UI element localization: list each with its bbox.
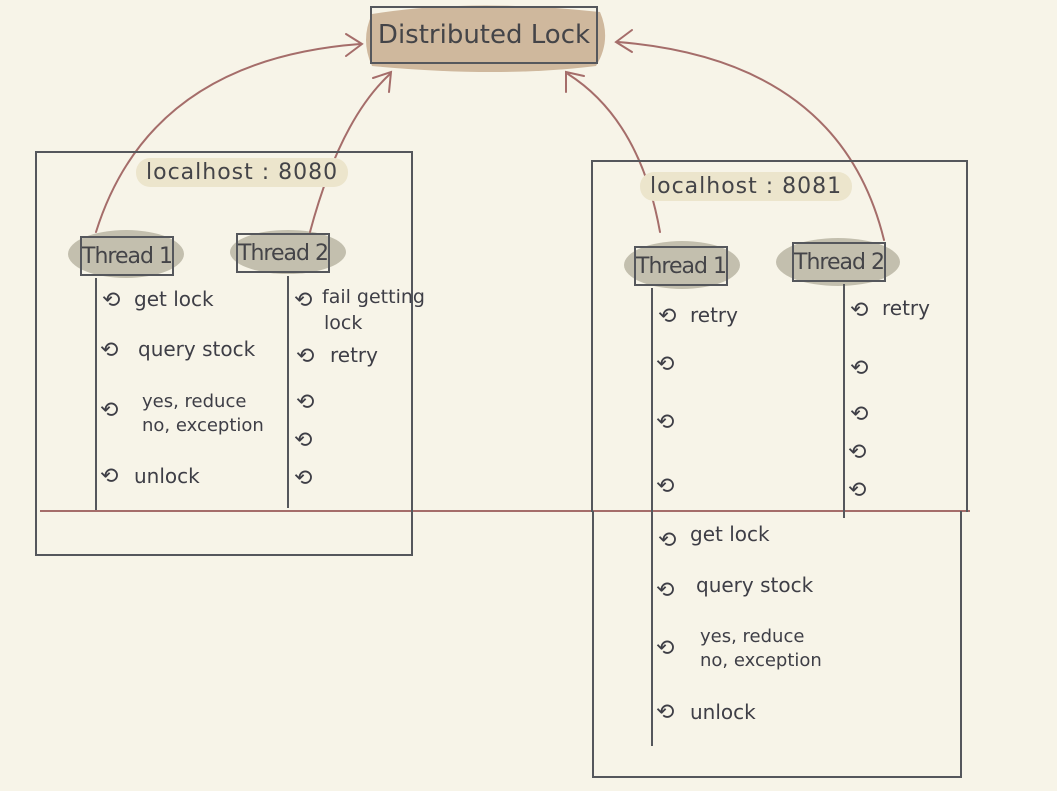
loop-arrow-icon: ⟲ bbox=[294, 288, 313, 313]
loop-arrow-icon: ⟲ bbox=[850, 298, 869, 323]
thread-2-8081: Thread 2 bbox=[792, 242, 886, 282]
loop-arrow-icon: ⟲ bbox=[850, 356, 869, 381]
step-query-stock: query stock bbox=[138, 337, 256, 361]
thread-1-8080: Thread 1 bbox=[80, 236, 174, 276]
step-retry: retry bbox=[690, 303, 738, 327]
step-unlock: unlock bbox=[690, 700, 756, 724]
loop-arrow-icon: ⟲ bbox=[656, 352, 675, 377]
host-label-8081: localhost : 8081 bbox=[640, 172, 853, 201]
step-get-lock: get lock bbox=[690, 522, 770, 546]
step-fail-getting: fail getting bbox=[322, 286, 425, 308]
loop-arrow-icon: ⟲ bbox=[656, 474, 675, 499]
loop-arrow-icon: ⟲ bbox=[848, 440, 867, 465]
step-yes-reduce: yes, reduce bbox=[700, 626, 805, 647]
server-box-8081-upper bbox=[591, 160, 968, 512]
loop-arrow-icon: ⟲ bbox=[656, 578, 675, 603]
loop-arrow-icon: ⟲ bbox=[296, 344, 315, 369]
loop-arrow-icon: ⟲ bbox=[848, 478, 867, 503]
arrowhead bbox=[614, 29, 633, 53]
loop-arrow-icon: ⟲ bbox=[294, 466, 313, 491]
step-no-exception: no, exception bbox=[142, 415, 264, 436]
step-lock: lock bbox=[324, 312, 363, 334]
step-yes-reduce: yes, reduce bbox=[142, 391, 247, 412]
loop-arrow-icon: ⟲ bbox=[658, 528, 677, 553]
loop-arrow-icon: ⟲ bbox=[100, 464, 119, 489]
distributed-lock-title: Distributed Lock bbox=[370, 6, 598, 64]
loop-arrow-icon: ⟲ bbox=[100, 338, 119, 363]
step-no-exception: no, exception bbox=[700, 650, 822, 671]
step-retry: retry bbox=[882, 296, 930, 320]
title-text: Distributed Lock bbox=[377, 20, 591, 50]
loop-arrow-icon: ⟲ bbox=[850, 402, 869, 427]
loop-arrow-icon: ⟲ bbox=[294, 428, 313, 453]
thread-1-8081: Thread 1 bbox=[634, 246, 728, 286]
loop-arrow-icon: ⟲ bbox=[100, 398, 119, 423]
loop-arrow-icon: ⟲ bbox=[656, 410, 675, 435]
diagram-canvas: Distributed Lock localhost : 8080 Thread… bbox=[0, 0, 1057, 791]
loop-arrow-icon: ⟲ bbox=[656, 700, 675, 725]
thread-2-8080: Thread 2 bbox=[236, 233, 330, 273]
step-retry: retry bbox=[330, 343, 378, 367]
host-label-8080: localhost : 8080 bbox=[136, 158, 349, 187]
step-get-lock: get lock bbox=[134, 287, 214, 311]
loop-arrow-icon: ⟲ bbox=[658, 304, 677, 329]
loop-arrow-icon: ⟲ bbox=[656, 636, 675, 661]
loop-arrow-icon: ⟲ bbox=[296, 390, 315, 415]
loop-arrow-icon: ⟲ bbox=[102, 288, 121, 313]
step-unlock: unlock bbox=[134, 464, 200, 488]
step-query-stock: query stock bbox=[696, 573, 814, 597]
